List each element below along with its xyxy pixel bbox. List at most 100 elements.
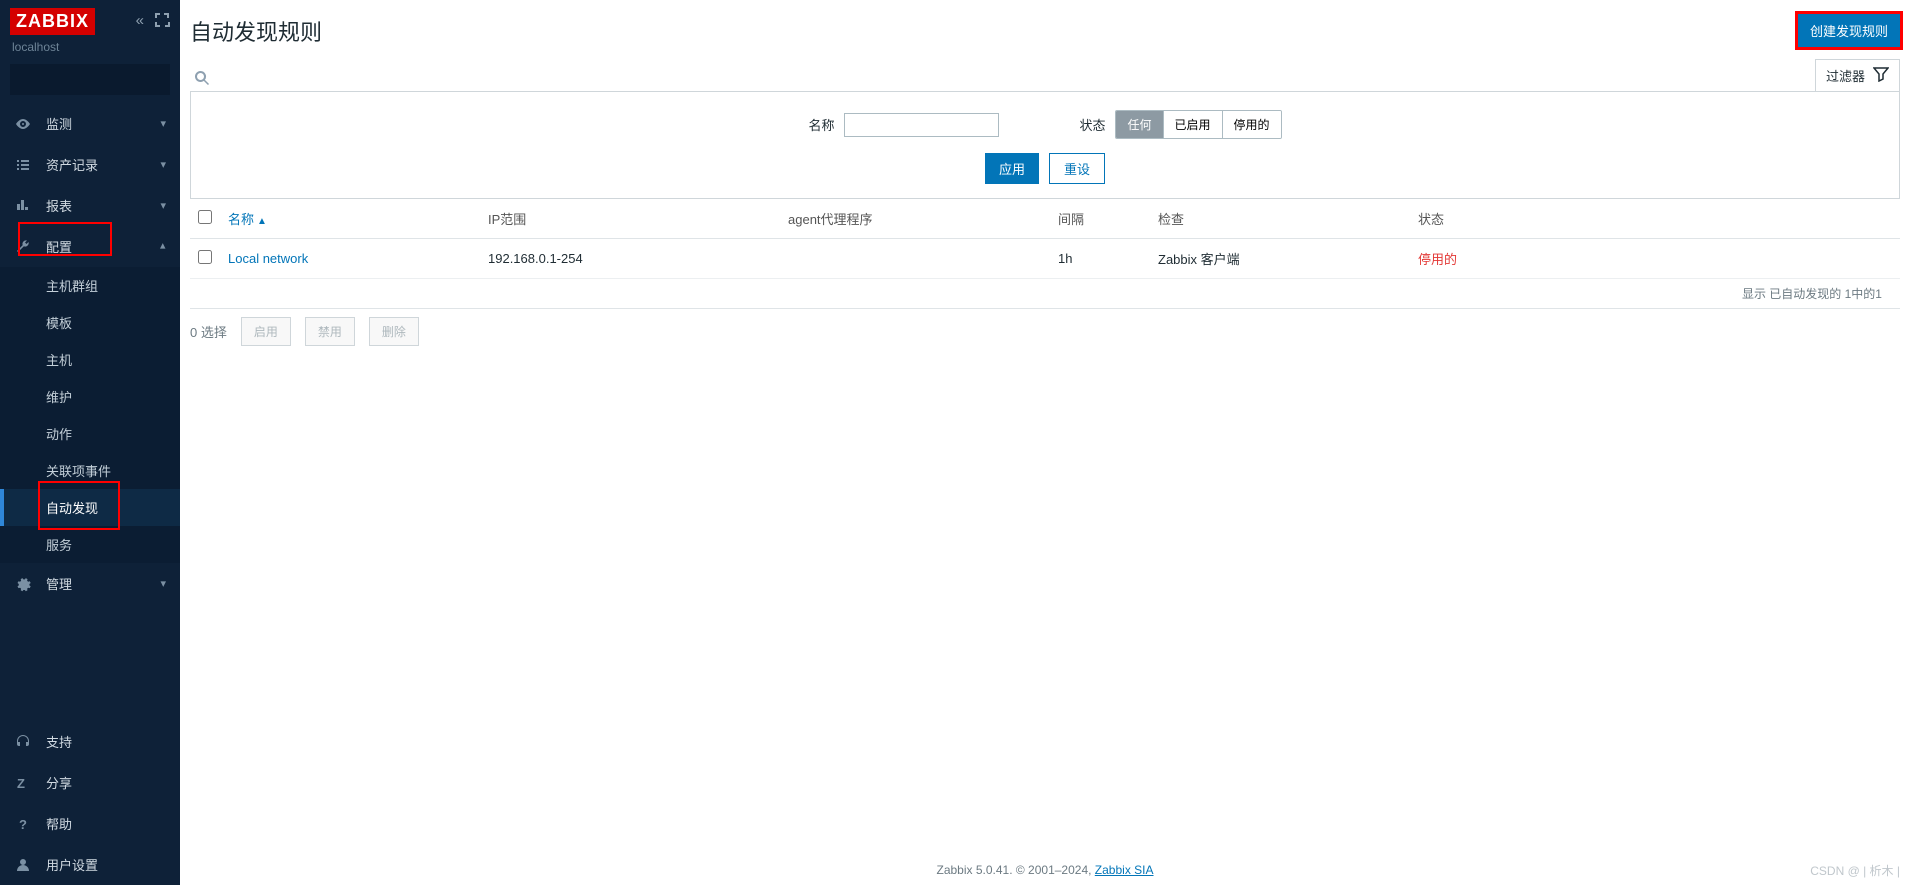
table-row: Local network 192.168.0.1-254 1h Zabbix … <box>190 239 1900 279</box>
main-nav: 监测 ▾ 资产记录 ▾ 报表 ▾ 配置 ▾ <box>0 103 180 267</box>
collapse-icon[interactable]: « <box>136 12 144 32</box>
filter-status-field: 状态 任何 已启用 停用的 <box>1079 110 1281 139</box>
chevron-down-icon: ▾ <box>160 117 166 130</box>
subnav-hostgroups[interactable]: 主机群组 <box>0 267 180 304</box>
gear-icon <box>14 576 32 592</box>
filter-name-input[interactable] <box>844 113 999 137</box>
nav-label: 用户设置 <box>46 855 98 874</box>
chevron-down-icon: ▾ <box>160 199 166 212</box>
col-header-status: 状态 <box>1410 199 1900 239</box>
user-icon <box>14 857 32 873</box>
table-footer: 显示 已自动发现的 1中的1 <box>190 279 1900 309</box>
page-title: 自动发现规则 <box>190 15 322 47</box>
col-header-interval: 间隔 <box>1050 199 1150 239</box>
table-container: 名称▲ IP范围 agent代理程序 间隔 检查 状态 Local networ… <box>190 199 1900 309</box>
bottom-nav: 支持 Z 分享 ? 帮助 用户设置 <box>0 721 180 885</box>
col-header-name[interactable]: 名称▲ <box>220 199 480 239</box>
logo[interactable]: ZABBIX <box>10 8 95 35</box>
batch-delete-button[interactable]: 删除 <box>369 317 419 346</box>
batch-enable-button[interactable]: 启用 <box>241 317 291 346</box>
filter-name-field: 名称 <box>808 113 999 137</box>
main-content: 自动发现规则 创建发现规则 过滤器 名称 状态 任何 已启用 <box>180 0 1910 346</box>
footer-text: Zabbix 5.0.41. © 2001–2024, <box>937 863 1095 877</box>
list-icon <box>14 157 32 173</box>
cell-ip: 192.168.0.1-254 <box>480 239 780 279</box>
cell-proxy <box>780 239 1050 279</box>
status-link[interactable]: 停用的 <box>1418 252 1457 267</box>
fullscreen-icon[interactable] <box>154 12 170 32</box>
search-input[interactable] <box>18 72 194 87</box>
nav-label: 监测 <box>46 114 72 133</box>
search-icon[interactable] <box>194 70 210 89</box>
headset-icon <box>14 734 32 750</box>
footer-link[interactable]: Zabbix SIA <box>1095 863 1154 877</box>
svg-text:?: ? <box>19 817 27 832</box>
nav-monitoring[interactable]: 监测 ▾ <box>0 103 180 144</box>
nav-label: 报表 <box>46 196 72 215</box>
nav-inventory[interactable]: 资产记录 ▾ <box>0 144 180 185</box>
nav-share[interactable]: Z 分享 <box>0 762 180 803</box>
select-all-checkbox[interactable] <box>198 210 212 224</box>
filter-section: 过滤器 名称 状态 任何 已启用 停用的 <box>190 59 1900 199</box>
col-header-proxy: agent代理程序 <box>780 199 1050 239</box>
search-box[interactable] <box>10 64 170 95</box>
chart-icon <box>14 198 32 214</box>
nav-config[interactable]: 配置 ▾ <box>0 226 180 267</box>
selected-count: 0 选择 <box>190 322 227 341</box>
server-name: localhost <box>0 40 180 64</box>
status-enabled[interactable]: 已启用 <box>1163 111 1222 138</box>
discovery-table: 名称▲ IP范围 agent代理程序 间隔 检查 状态 Local networ… <box>190 199 1900 279</box>
batch-actions: 0 选择 启用 禁用 删除 <box>190 317 1900 346</box>
nav-help[interactable]: ? 帮助 <box>0 803 180 844</box>
nav-support[interactable]: 支持 <box>0 721 180 762</box>
filter-icon <box>1873 66 1889 85</box>
subnav-hosts[interactable]: 主机 <box>0 341 180 378</box>
cell-checks: Zabbix 客户端 <box>1150 239 1410 279</box>
sidebar-header: ZABBIX « <box>0 0 180 40</box>
main-nav-2: 管理 ▾ <box>0 563 180 604</box>
chevron-down-icon: ▾ <box>160 240 166 253</box>
svg-text:Z: Z <box>17 776 25 791</box>
nav-label: 管理 <box>46 574 72 593</box>
nav-admin[interactable]: 管理 ▾ <box>0 563 180 604</box>
filter-toggle[interactable]: 过滤器 <box>1815 59 1900 91</box>
status-any[interactable]: 任何 <box>1116 111 1162 138</box>
nav-label: 配置 <box>46 237 72 256</box>
nav-usersettings[interactable]: 用户设置 <box>0 844 180 885</box>
filter-toggle-label: 过滤器 <box>1826 66 1865 85</box>
batch-disable-button[interactable]: 禁用 <box>305 317 355 346</box>
status-segment: 任何 已启用 停用的 <box>1115 110 1281 139</box>
nav-label: 帮助 <box>46 814 72 833</box>
filter-name-label: 名称 <box>808 115 834 134</box>
share-icon: Z <box>14 775 32 791</box>
wrench-icon <box>14 239 32 255</box>
subnav-correlation[interactable]: 关联项事件 <box>0 452 180 489</box>
config-submenu: 主机群组 模板 主机 维护 动作 关联项事件 自动发现 服务 <box>0 267 180 563</box>
nav-label: 资产记录 <box>46 155 98 174</box>
chevron-down-icon: ▾ <box>160 577 166 590</box>
sort-asc-icon: ▲ <box>257 216 267 227</box>
rule-name-link[interactable]: Local network <box>228 251 308 266</box>
subnav-templates[interactable]: 模板 <box>0 304 180 341</box>
nav-label: 支持 <box>46 732 72 751</box>
subnav-discovery[interactable]: 自动发现 <box>0 489 180 526</box>
status-disabled[interactable]: 停用的 <box>1222 111 1281 138</box>
page-header: 自动发现规则 创建发现规则 <box>180 0 1910 59</box>
watermark: CSDN @ | 析木 | <box>1810 862 1900 879</box>
filter-body: 名称 状态 任何 已启用 停用的 应用 重设 <box>190 91 1900 199</box>
subnav-services[interactable]: 服务 <box>0 526 180 563</box>
col-header-ip: IP范围 <box>480 199 780 239</box>
nav-label: 分享 <box>46 773 72 792</box>
col-header-checks: 检查 <box>1150 199 1410 239</box>
subnav-maintenance[interactable]: 维护 <box>0 378 180 415</box>
chevron-down-icon: ▾ <box>160 158 166 171</box>
sidebar: ZABBIX « localhost 监测 ▾ 资产记录 ▾ 报表 ▾ <box>0 0 180 885</box>
filter-status-label: 状态 <box>1079 115 1105 134</box>
apply-button[interactable]: 应用 <box>985 153 1039 184</box>
reset-button[interactable]: 重设 <box>1049 153 1105 184</box>
subnav-actions[interactable]: 动作 <box>0 415 180 452</box>
create-rule-button[interactable]: 创建发现规则 <box>1798 14 1900 47</box>
nav-reports[interactable]: 报表 ▾ <box>0 185 180 226</box>
help-icon: ? <box>14 816 32 832</box>
row-checkbox[interactable] <box>198 250 212 264</box>
